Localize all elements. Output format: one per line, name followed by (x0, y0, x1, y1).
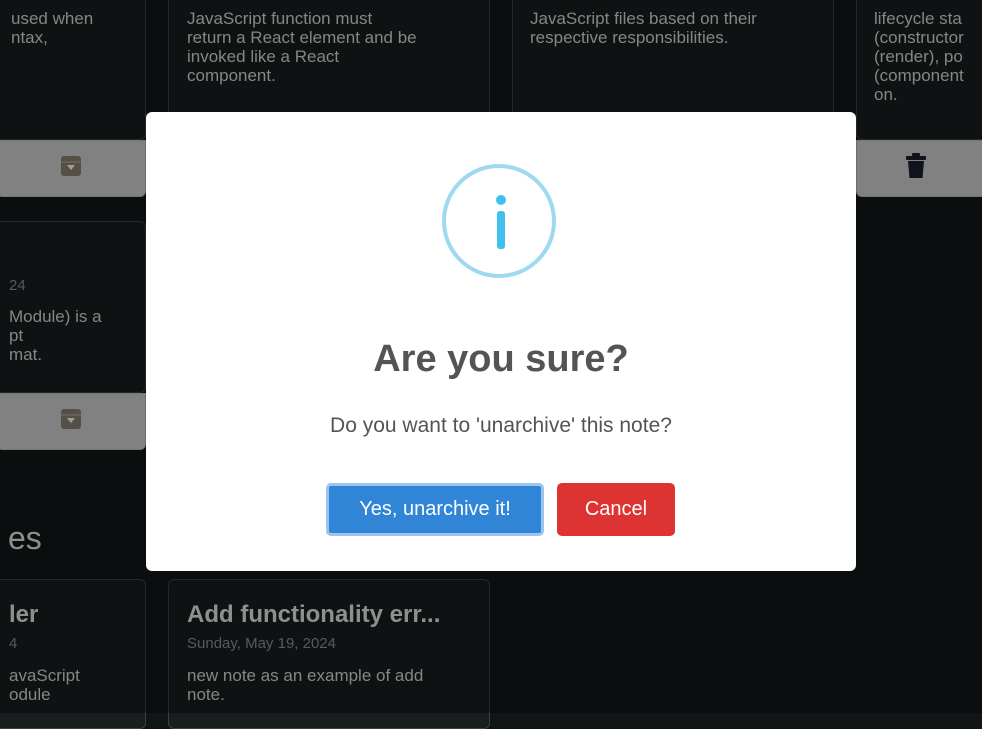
cancel-button[interactable]: Cancel (557, 483, 675, 536)
dialog-title: Are you sure? (373, 338, 629, 380)
info-icon-dot (496, 195, 506, 205)
dialog-message: Do you want to 'unarchive' this note? (330, 414, 672, 437)
info-icon-bar (497, 211, 505, 249)
info-icon (442, 164, 556, 278)
confirm-dialog: Are you sure? Do you want to 'unarchive'… (146, 112, 856, 571)
confirm-unarchive-button[interactable]: Yes, unarchive it! (326, 483, 544, 536)
